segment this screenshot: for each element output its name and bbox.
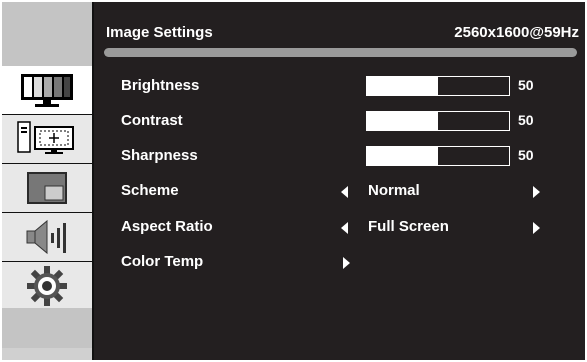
sidebar bbox=[2, 2, 94, 360]
sharpness-value: 50 bbox=[518, 147, 534, 163]
computer-input-icon bbox=[17, 121, 74, 154]
sharpness-slider-fill bbox=[367, 147, 438, 165]
aspect-ratio-prev-arrow-icon[interactable] bbox=[341, 222, 348, 234]
aspect-ratio-next-arrow-icon[interactable] bbox=[533, 222, 540, 234]
brightness-slider-fill bbox=[367, 77, 438, 95]
sidebar-icon-list bbox=[2, 66, 92, 308]
gear-icon bbox=[27, 266, 67, 306]
sidebar-item-input[interactable] bbox=[2, 115, 92, 163]
contrast-slider-fill bbox=[367, 112, 438, 130]
sharpness-slider[interactable] bbox=[366, 146, 510, 166]
sidebar-item-audio[interactable] bbox=[2, 213, 92, 261]
sidebar-bottom-block bbox=[2, 308, 92, 348]
color-temp-label: Color Temp bbox=[121, 253, 204, 270]
speaker-icon bbox=[26, 219, 66, 255]
contrast-label: Contrast bbox=[121, 112, 183, 129]
header-divider-bar bbox=[104, 48, 577, 57]
contrast-slider[interactable] bbox=[366, 111, 510, 131]
scheme-label: Scheme bbox=[121, 182, 179, 199]
resolution-readout: 2560x1600@59Hz bbox=[454, 24, 579, 41]
brightness-value: 50 bbox=[518, 77, 534, 93]
scheme-row[interactable]: Scheme Normal bbox=[94, 178, 585, 204]
scheme-prev-arrow-icon[interactable] bbox=[341, 186, 348, 198]
sidebar-item-pip[interactable] bbox=[2, 164, 92, 212]
sharpness-label: Sharpness bbox=[121, 147, 198, 164]
color-temp-enter-arrow-icon[interactable] bbox=[343, 257, 350, 269]
color-temp-row[interactable]: Color Temp bbox=[94, 249, 585, 275]
sidebar-top-block bbox=[2, 2, 92, 66]
sidebar-item-picture[interactable] bbox=[2, 66, 92, 114]
contrast-value: 50 bbox=[518, 112, 534, 128]
scheme-next-arrow-icon[interactable] bbox=[533, 186, 540, 198]
brightness-label: Brightness bbox=[121, 77, 200, 94]
picture-icon bbox=[21, 74, 73, 107]
pip-window-icon bbox=[27, 172, 67, 204]
aspect-ratio-value: Full Screen bbox=[368, 218, 449, 235]
brightness-slider[interactable] bbox=[366, 76, 510, 96]
brightness-row[interactable]: Brightness 50 bbox=[94, 73, 585, 99]
sharpness-row[interactable]: Sharpness 50 bbox=[94, 143, 585, 169]
aspect-ratio-label: Aspect Ratio bbox=[121, 218, 213, 235]
contrast-row[interactable]: Contrast 50 bbox=[94, 108, 585, 134]
osd-menu: Image Settings 2560x1600@59Hz Brightness… bbox=[2, 2, 585, 360]
aspect-ratio-row[interactable]: Aspect Ratio Full Screen bbox=[94, 214, 585, 240]
scheme-value: Normal bbox=[368, 182, 420, 199]
menu-title: Image Settings bbox=[106, 24, 213, 41]
sidebar-item-setup[interactable] bbox=[2, 262, 92, 310]
menu-header: Image Settings 2560x1600@59Hz bbox=[94, 2, 585, 62]
